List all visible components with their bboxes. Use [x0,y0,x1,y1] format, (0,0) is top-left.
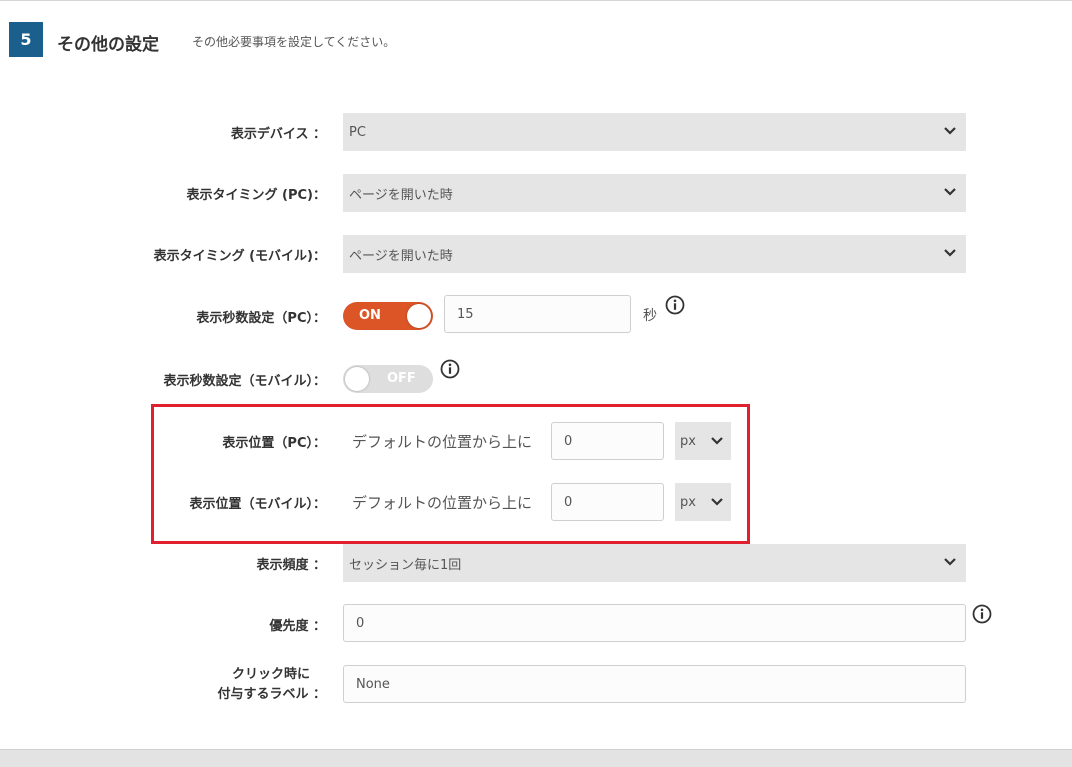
chevron-down-icon [711,498,723,506]
toggle-state-text: OFF [387,371,416,386]
display-device-value: PC [349,124,366,140]
position-mobile-unit-select[interactable]: px [675,483,731,521]
seconds-pc-label: 表示秒数設定（PC）： [196,311,326,326]
timing-mobile-select[interactable]: ページを開いた時 [343,235,966,273]
position-mobile-text: デフォルトの位置から上に [352,494,533,512]
section-title: その他の設定 [57,35,159,55]
info-icon[interactable] [665,295,685,315]
bottom-bar [0,749,1072,767]
section-description: その他必要事項を設定してください。 [192,35,396,49]
position-mobile-unit: px [680,494,696,510]
chevron-down-icon [944,249,956,257]
seconds-mobile-label: 表示秒数設定（モバイル）： [163,374,326,389]
position-mobile-input[interactable]: 0 [551,483,664,521]
position-pc-unit: px [680,433,696,449]
click-label-line1: クリック時に [231,667,310,682]
seconds-unit: 秒 [643,308,657,324]
click-label-value: None [356,676,390,692]
timing-mobile-label: 表示タイミング (モバイル)： [153,249,326,264]
priority-input[interactable]: 0 [343,604,966,642]
click-label-label: クリック時に 付与するラベル ： [217,665,326,705]
info-icon[interactable] [972,604,992,624]
timing-pc-value: ページを開いた時 [349,187,453,203]
seconds-mobile-toggle[interactable]: OFF [343,365,433,393]
timing-pc-select[interactable]: ページを開いた時 [343,174,966,212]
info-icon[interactable] [440,359,460,379]
click-label-line2: 付与するラベル ： [217,687,326,702]
chevron-down-icon [944,188,956,196]
click-label-input[interactable]: None [343,665,966,703]
position-mobile-label: 表示位置（モバイル）： [189,497,326,512]
toggle-knob [345,367,369,391]
frequency-select[interactable]: セッション毎に1回 [343,544,966,582]
position-pc-unit-select[interactable]: px [675,422,731,460]
position-mobile-value: 0 [564,494,573,510]
position-pc-input[interactable]: 0 [551,422,664,460]
chevron-down-icon [711,437,723,445]
display-device-select[interactable]: PC [343,113,966,151]
priority-value: 0 [356,615,365,631]
frequency-value: セッション毎に1回 [349,557,462,573]
toggle-state-text: ON [359,308,381,323]
position-pc-text: デフォルトの位置から上に [352,433,533,451]
toggle-knob [407,304,431,328]
position-pc-value: 0 [564,433,573,449]
seconds-pc-value: 15 [457,306,474,322]
top-divider [0,0,1072,1]
timing-mobile-value: ページを開いた時 [349,248,453,264]
seconds-pc-toggle[interactable]: ON [343,302,433,330]
priority-label: 優先度 ： [269,619,326,634]
chevron-down-icon [944,127,956,135]
display-device-label: 表示デバイス ： [230,127,326,142]
position-pc-label: 表示位置（PC）： [222,436,326,451]
chevron-down-icon [944,558,956,566]
frequency-label: 表示頻度 ： [256,558,326,573]
timing-pc-label: 表示タイミング (PC)： [186,188,326,203]
step-number-badge: 5 [9,22,43,57]
seconds-pc-input[interactable]: 15 [444,295,631,333]
